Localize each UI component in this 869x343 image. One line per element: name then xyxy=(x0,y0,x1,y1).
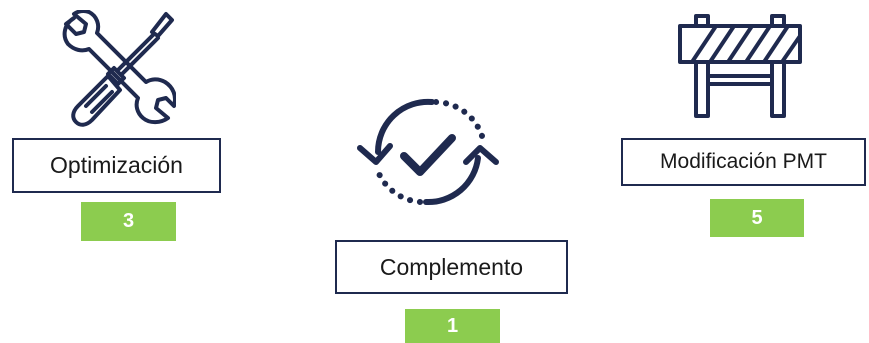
complemento-count: 1 xyxy=(446,314,459,337)
road-barrier-icon xyxy=(670,12,810,120)
modificacion-pmt-label: Modificación PMT xyxy=(660,150,827,173)
optimizacion-count-badge: 3 xyxy=(81,202,176,241)
modificacion-pmt-count: 5 xyxy=(751,206,763,229)
complemento-label: Complemento xyxy=(379,253,524,280)
modificacion-pmt-count-badge: 5 xyxy=(710,199,804,237)
optimizacion-label: Optimización xyxy=(50,152,183,178)
complemento-count-badge: 1 xyxy=(405,309,500,343)
complemento-label-box: Complemento xyxy=(335,240,568,294)
optimizacion-label-box: Optimización xyxy=(12,138,221,193)
optimizacion-count: 3 xyxy=(122,210,135,232)
modificacion-pmt-label-box: Modificación PMT xyxy=(621,138,866,186)
wrench-screwdriver-icon xyxy=(58,8,177,128)
cycle-check-icon xyxy=(352,88,504,220)
